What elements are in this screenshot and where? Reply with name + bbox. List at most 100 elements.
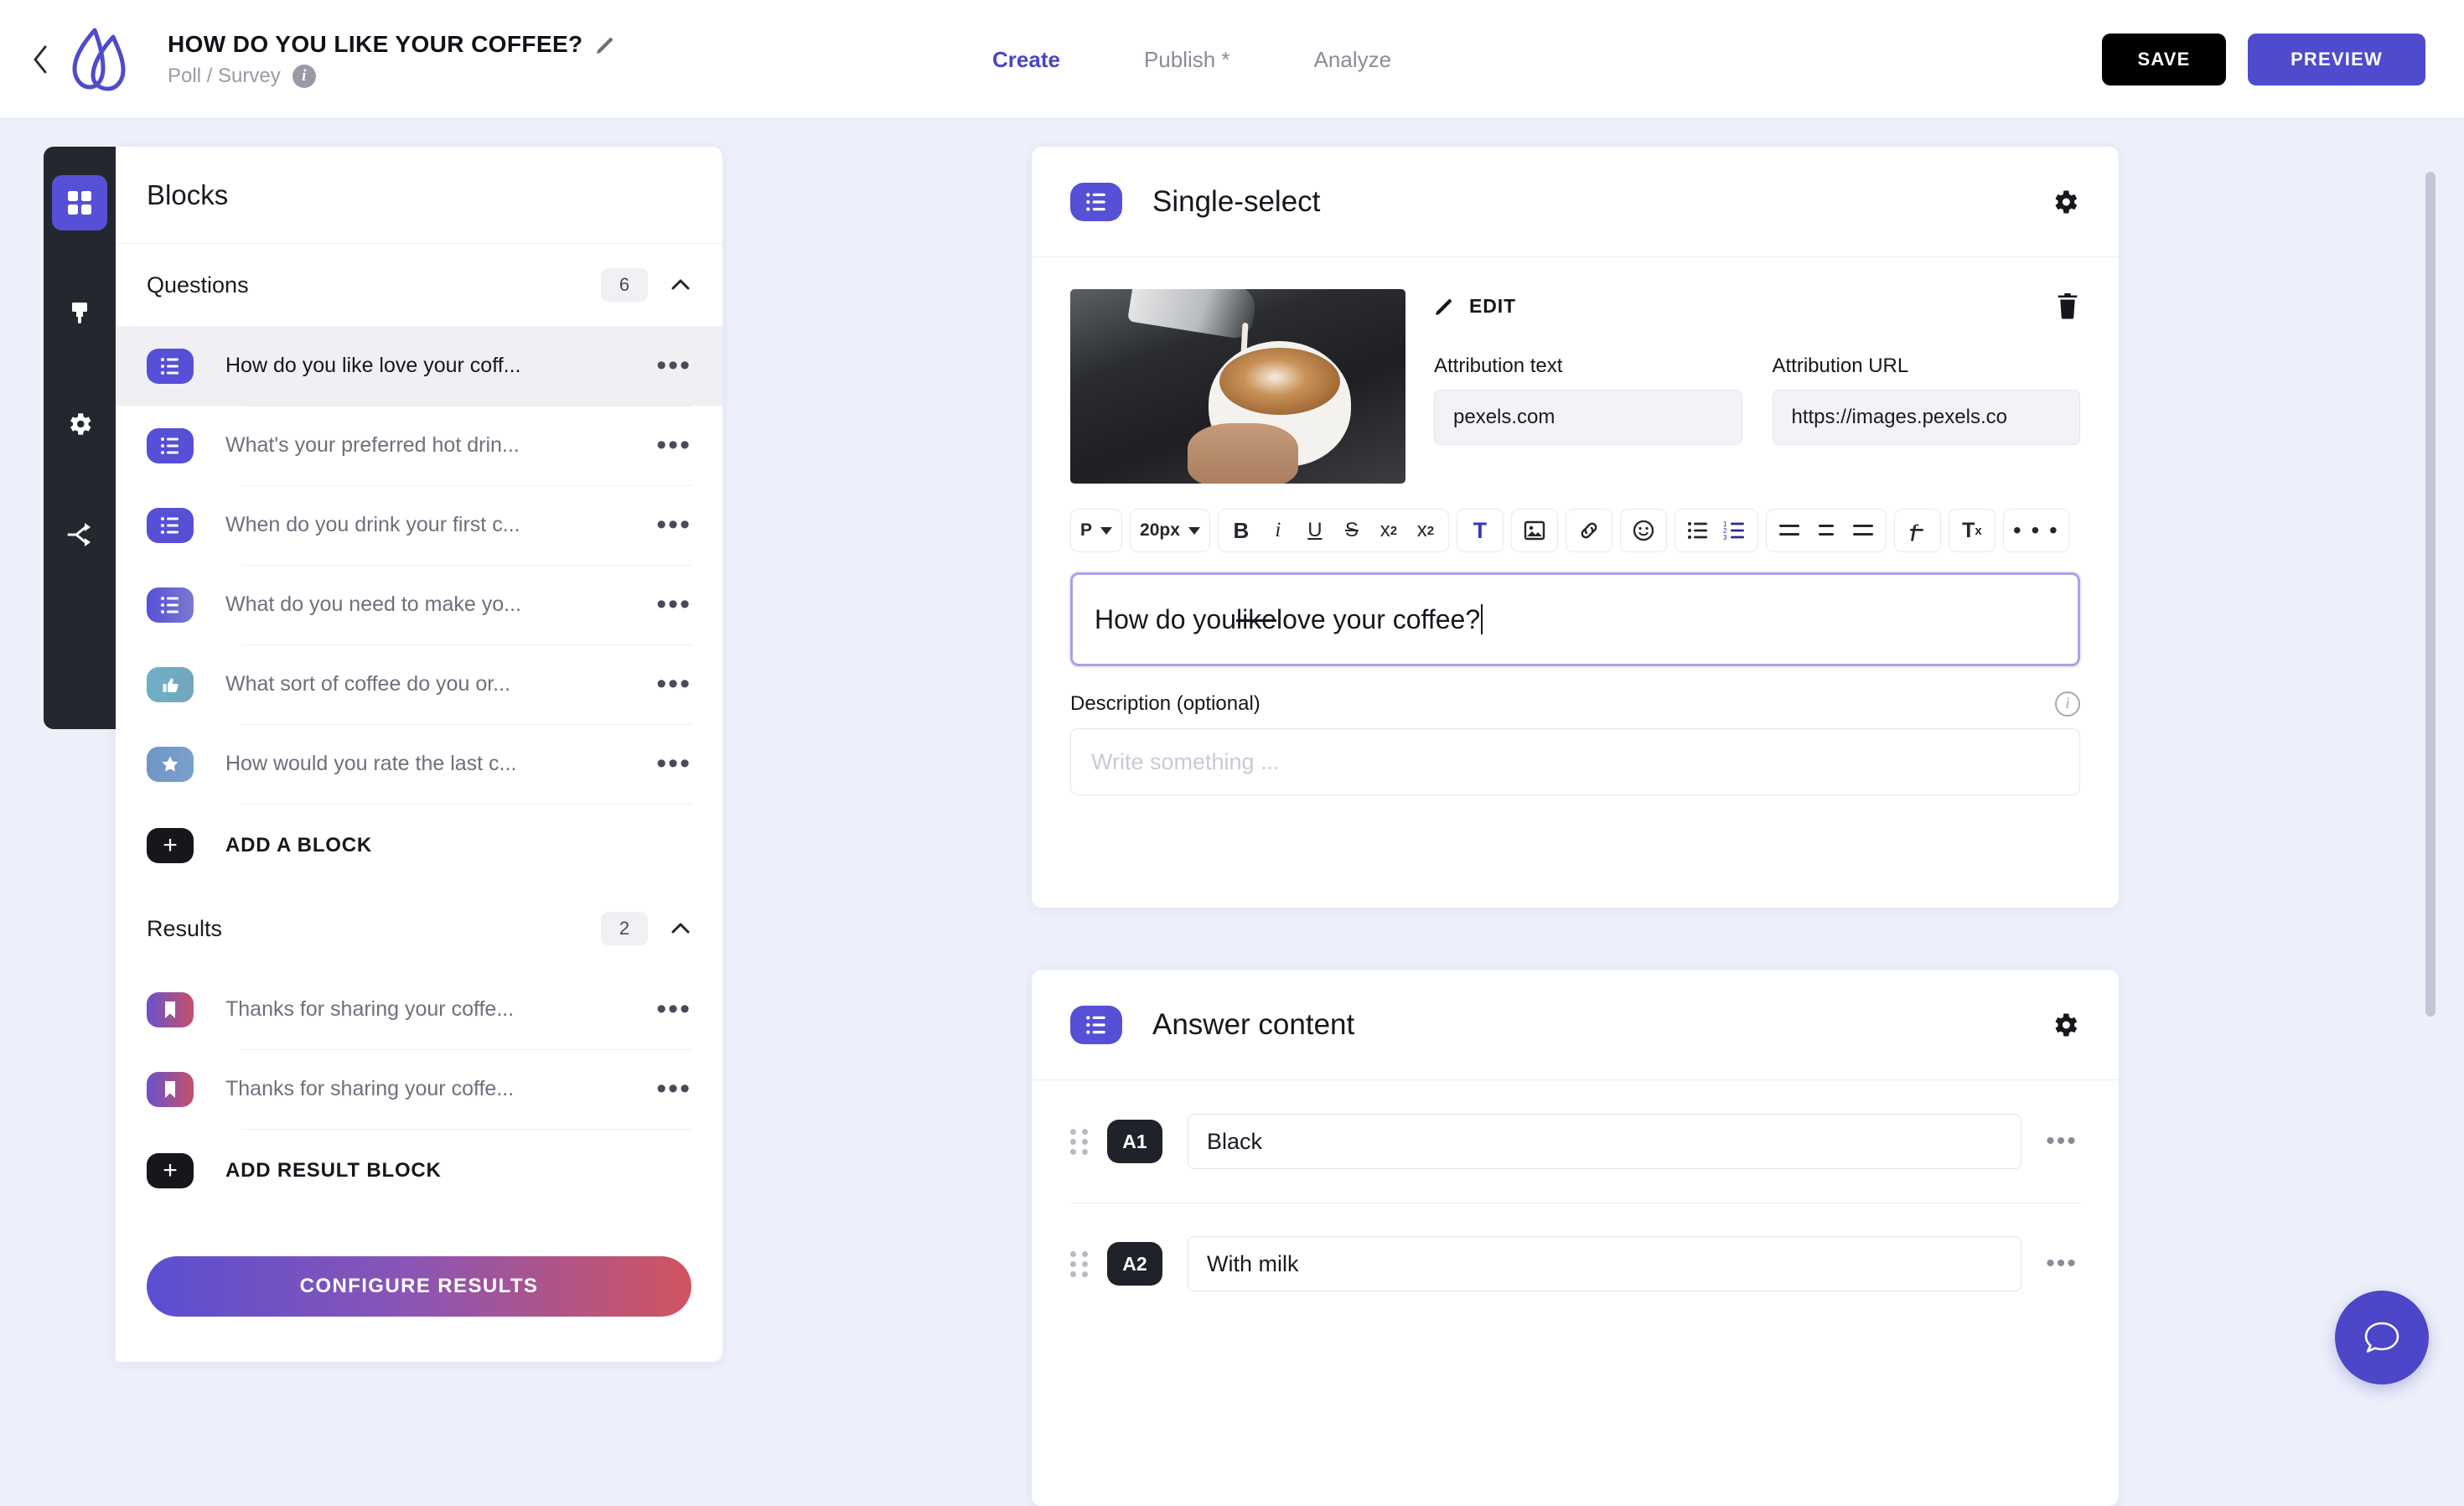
description-label: Description (optional) — [1070, 692, 1260, 716]
save-button[interactable]: SAVE — [2102, 34, 2226, 85]
block-row-menu-icon[interactable]: ••• — [648, 755, 691, 772]
bookmark-icon — [147, 992, 194, 1027]
superscript-button[interactable]: x2 — [1370, 513, 1407, 548]
block-item-question-6[interactable]: How would you rate the last c... ••• — [116, 724, 722, 804]
insert-link-button[interactable] — [1571, 513, 1607, 548]
tab-publish[interactable]: Publish * — [1141, 39, 1234, 81]
smiley-icon — [1633, 520, 1654, 541]
thumbs-up-icon — [147, 667, 194, 702]
text-color-button[interactable]: T — [1462, 513, 1499, 548]
pencil-glyph — [595, 34, 617, 55]
add-result-block-label: ADD RESULT BLOCK — [225, 1159, 442, 1183]
drag-handle-icon[interactable] — [1070, 1128, 1089, 1155]
edit-image-button[interactable]: EDIT — [1434, 295, 1516, 318]
toolbar-more-button[interactable]: • • • — [2008, 513, 2064, 548]
blocks-panel: Blocks Questions 6 How do you like love … — [116, 147, 722, 1362]
media-row: EDIT Attribution text — [1070, 289, 2080, 484]
blocks-panel-header: Blocks — [116, 147, 722, 244]
drag-handle-icon[interactable] — [1070, 1250, 1089, 1277]
answer-input-a2[interactable] — [1188, 1236, 2021, 1291]
underline-button[interactable]: U — [1297, 513, 1333, 548]
results-count-badge: 2 — [601, 912, 648, 945]
configure-results-button[interactable]: CONFIGURE RESULTS — [147, 1256, 691, 1317]
page-scrollbar-thumb[interactable] — [2425, 172, 2436, 1017]
block-row-menu-icon[interactable]: ••• — [648, 1080, 691, 1097]
chevron-up-icon — [670, 274, 691, 296]
insert-emoji-button[interactable] — [1625, 513, 1662, 548]
description-info-icon[interactable]: i — [2055, 691, 2080, 717]
align-right-button[interactable] — [1845, 513, 1882, 548]
single-select-icon — [1070, 183, 1122, 221]
answer-input-a1[interactable] — [1188, 1114, 2021, 1169]
formula-button[interactable]: f — [1899, 513, 1936, 548]
font-size-dropdown[interactable]: 20px — [1135, 513, 1205, 548]
bold-button[interactable]: B — [1223, 513, 1260, 548]
block-row-menu-icon[interactable]: ••• — [648, 516, 691, 533]
block-item-question-5[interactable]: What sort of coffee do you or... ••• — [116, 644, 722, 724]
attribution-url-input[interactable] — [1773, 390, 2081, 445]
rail-item-logic[interactable] — [52, 507, 107, 562]
numbered-list-button[interactable]: 1 2 3 — [1716, 513, 1753, 548]
star-icon — [147, 747, 194, 782]
results-collapse-toggle[interactable] — [670, 918, 691, 939]
question-image-thumbnail[interactable] — [1070, 289, 1405, 484]
paragraph-style-dropdown[interactable]: P — [1075, 513, 1117, 548]
block-item-question-1[interactable]: How do you like love your coff... ••• — [116, 326, 722, 406]
align-center-button[interactable] — [1808, 513, 1845, 548]
chat-support-button[interactable] — [2335, 1291, 2429, 1384]
bookmark-glyph — [163, 1079, 178, 1100]
block-row-menu-icon[interactable]: ••• — [648, 357, 691, 374]
answer-card-settings-button[interactable] — [2050, 1010, 2080, 1040]
block-row-menu-icon[interactable]: ••• — [648, 1001, 691, 1017]
block-row-menu-icon[interactable]: ••• — [648, 437, 691, 453]
rail-item-design[interactable] — [52, 286, 107, 341]
block-row-menu-icon[interactable]: ••• — [648, 596, 691, 613]
chevron-down-icon — [1100, 527, 1112, 535]
back-button[interactable] — [28, 43, 52, 76]
gear-icon — [65, 410, 94, 438]
answer-row-menu-icon[interactable]: ••• — [2043, 1134, 2080, 1149]
tab-create[interactable]: Create — [989, 39, 1064, 81]
strikethrough-button[interactable]: S — [1333, 513, 1370, 548]
preview-button[interactable]: PREVIEW — [2248, 34, 2425, 85]
numbered-list-icon: 1 2 3 — [1723, 521, 1747, 540]
block-row-menu-icon[interactable]: ••• — [648, 675, 691, 692]
chat-bubble-icon — [2358, 1313, 2406, 1362]
multi-select-icon — [147, 587, 194, 623]
brand-logo-icon[interactable] — [62, 19, 142, 100]
questions-collapse-toggle[interactable] — [670, 274, 691, 296]
block-item-question-3[interactable]: When do you drink your first c... ••• — [116, 485, 722, 565]
align-left-button[interactable] — [1771, 513, 1808, 548]
delete-image-button[interactable] — [2055, 292, 2080, 320]
tab-analyze[interactable]: Analyze — [1311, 39, 1395, 81]
answer-row-menu-icon[interactable]: ••• — [2043, 1256, 2080, 1271]
block-item-question-4[interactable]: What do you need to make yo... ••• — [116, 565, 722, 644]
info-icon[interactable]: i — [292, 65, 316, 88]
description-input[interactable] — [1070, 728, 2080, 795]
bullet-list-button[interactable] — [1680, 513, 1716, 548]
paintbrush-icon — [65, 299, 94, 328]
block-item-question-2[interactable]: What's your preferred hot drin... ••• — [116, 406, 722, 485]
question-text-input[interactable]: How do you like love your coffee? — [1070, 572, 2080, 666]
image-icon — [1524, 520, 1545, 541]
subscript-button[interactable]: x2 — [1407, 513, 1444, 548]
answer-row-a2: A2 ••• — [1032, 1203, 2119, 1325]
answer-row-a1: A1 ••• — [1032, 1080, 2119, 1203]
answer-content-card: Answer content A1 ••• A2 ••• — [1032, 970, 2119, 1506]
list-glyph — [1084, 1015, 1108, 1035]
list-group: 1 2 3 — [1675, 509, 1758, 552]
clear-formatting-button[interactable]: Tx — [1954, 513, 1990, 548]
results-section-header: Results 2 — [116, 888, 722, 970]
attribution-text-input[interactable] — [1434, 390, 1742, 445]
text-cursor — [1481, 604, 1483, 634]
rail-item-blocks[interactable] — [52, 175, 107, 230]
edit-title-pencil-icon[interactable] — [595, 34, 617, 55]
add-result-block-button[interactable]: + ADD RESULT BLOCK — [116, 1129, 722, 1213]
question-card-settings-button[interactable] — [2050, 187, 2080, 217]
block-item-result-1[interactable]: Thanks for sharing your coffe... ••• — [116, 970, 722, 1049]
italic-button[interactable]: i — [1260, 513, 1297, 548]
rail-item-settings[interactable] — [52, 396, 107, 452]
block-item-result-2[interactable]: Thanks for sharing your coffe... ••• — [116, 1049, 722, 1129]
add-a-block-button[interactable]: + ADD A BLOCK — [116, 804, 722, 888]
insert-image-button[interactable] — [1516, 513, 1553, 548]
